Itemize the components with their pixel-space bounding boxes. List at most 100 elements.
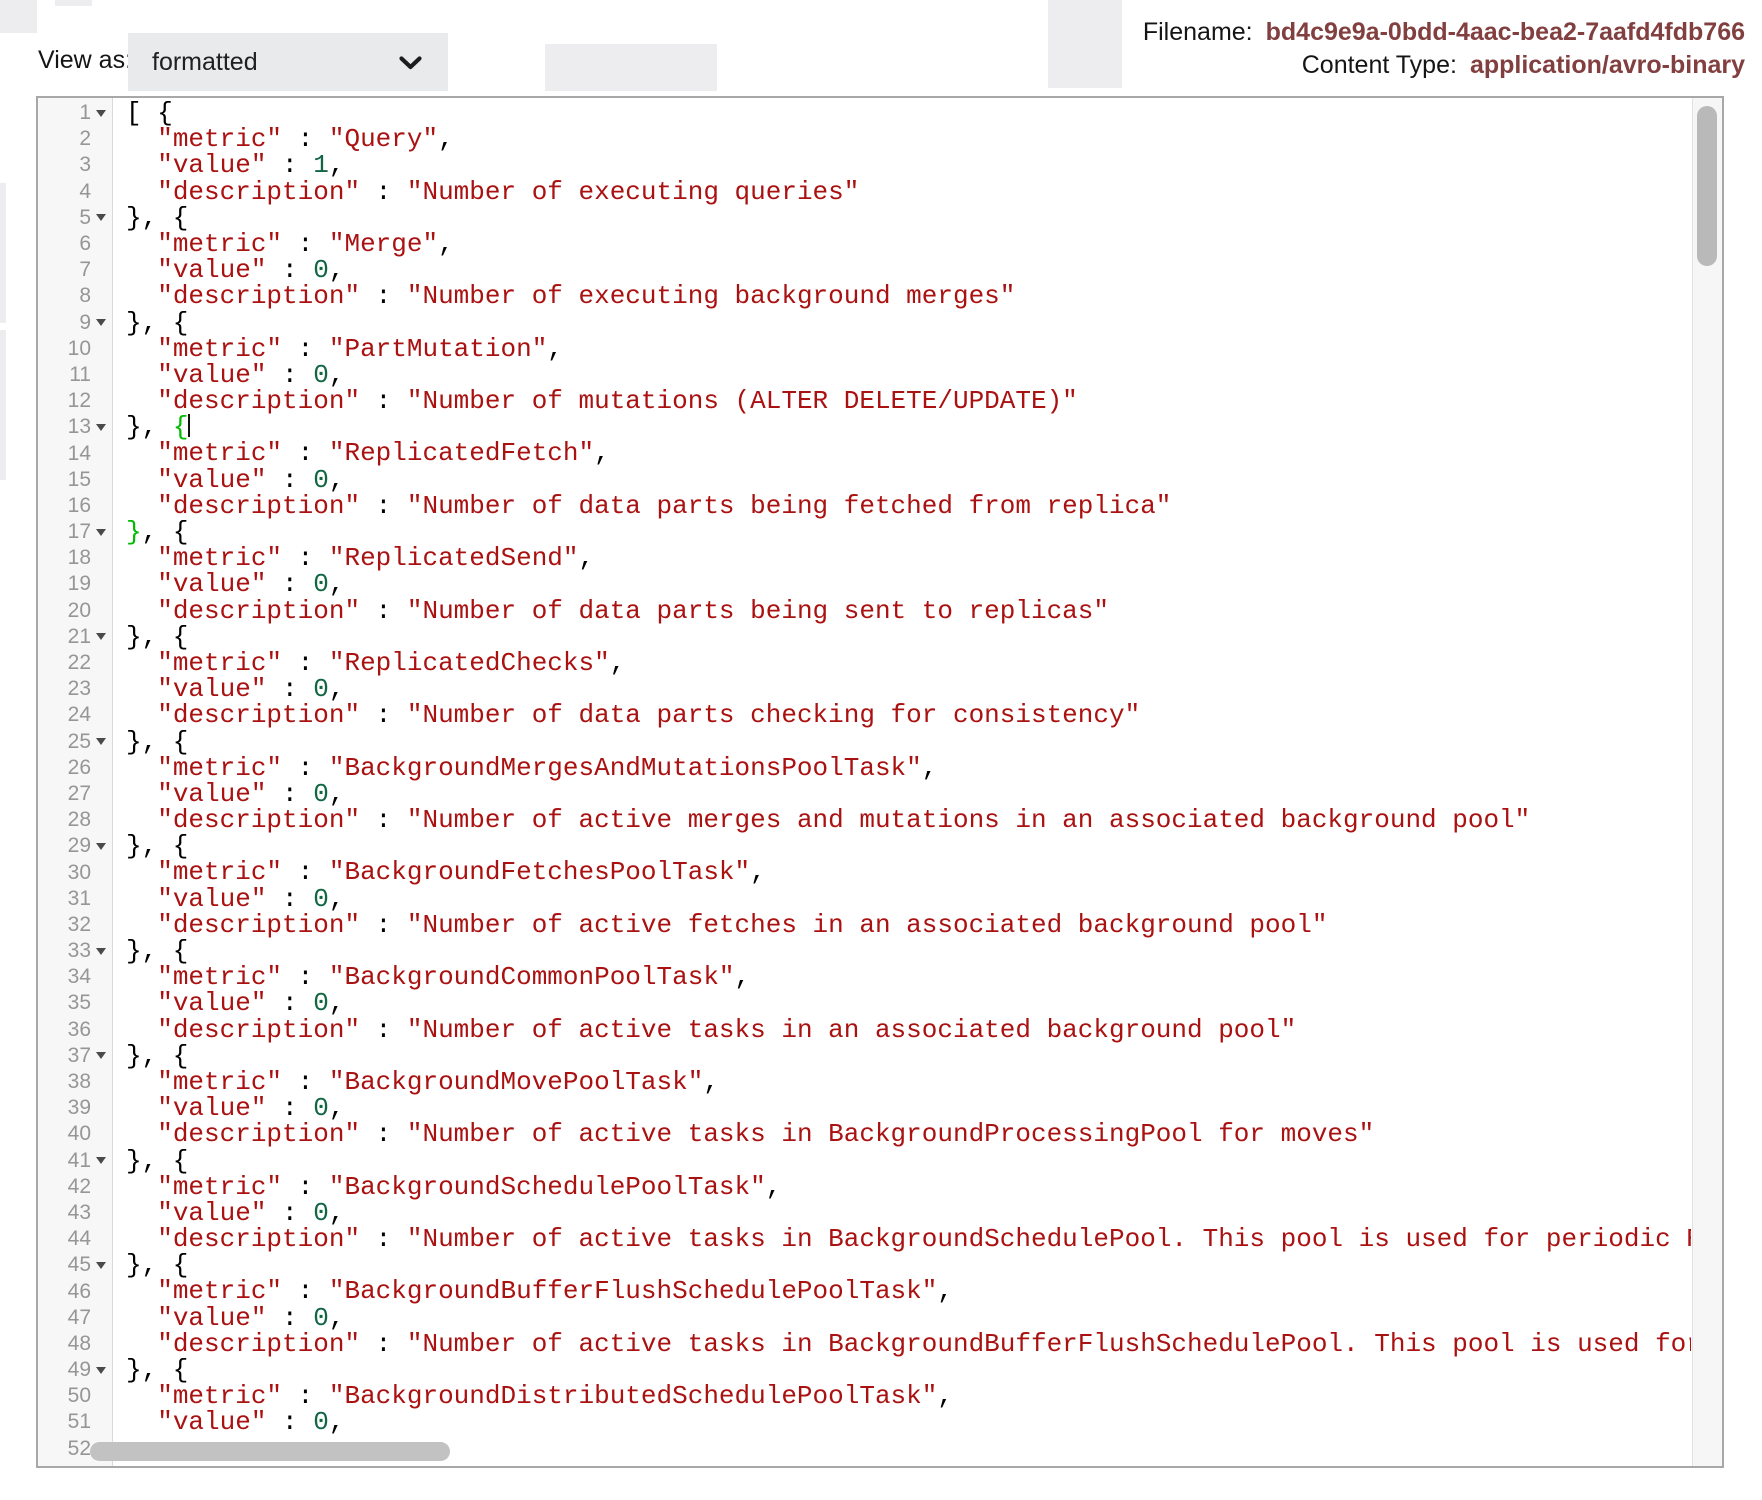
json-string-token: "Number of active fetches in an associat… bbox=[407, 910, 1328, 940]
gutter-row: 30 bbox=[38, 859, 112, 885]
code-line[interactable]: "metric" : "Query", bbox=[126, 126, 1691, 152]
code-line[interactable]: "description" : "Number of data parts be… bbox=[126, 493, 1691, 519]
punctuation-token: , bbox=[547, 334, 563, 364]
gutter-row: 22 bbox=[38, 650, 112, 676]
code-line[interactable]: "metric" : "BackgroundMergesAndMutations… bbox=[126, 755, 1691, 781]
code-line[interactable]: }, { bbox=[126, 833, 1691, 859]
fold-arrow-icon[interactable] bbox=[91, 833, 111, 859]
code-line[interactable]: [ { bbox=[126, 100, 1691, 126]
code-line[interactable]: "description" : "Number of executing que… bbox=[126, 179, 1691, 205]
code-line[interactable]: "description" : "Number of active tasks … bbox=[126, 1331, 1691, 1357]
code-line[interactable]: "value" : 0, bbox=[126, 257, 1691, 283]
fold-arrow-icon[interactable] bbox=[91, 1252, 111, 1278]
code-line[interactable]: "value" : 0, bbox=[126, 1095, 1691, 1121]
code-line[interactable]: }, { bbox=[126, 205, 1691, 231]
horizontal-scrollbar-thumb[interactable] bbox=[90, 1442, 450, 1461]
fold-arrow-icon[interactable] bbox=[91, 729, 111, 755]
code-line[interactable]: "description" : "Number of mutations (AL… bbox=[126, 388, 1691, 414]
json-number-token: 0 bbox=[313, 1407, 329, 1437]
code-line[interactable]: }, { bbox=[126, 310, 1691, 336]
json-string-token: "Number of executing queries" bbox=[407, 177, 859, 207]
code-line[interactable]: }, { bbox=[126, 624, 1691, 650]
fold-arrow-icon[interactable] bbox=[91, 205, 111, 231]
code-line[interactable]: "value" : 0, bbox=[126, 676, 1691, 702]
gutter-row: 40 bbox=[38, 1121, 112, 1147]
gutter-row: 37 bbox=[38, 1043, 112, 1069]
code-line[interactable]: "value" : 0, bbox=[126, 886, 1691, 912]
punctuation-token: , bbox=[766, 1172, 782, 1202]
code-line[interactable]: "value" : 0, bbox=[126, 362, 1691, 388]
json-string-token: "BackgroundBufferFlushSchedulePoolTask" bbox=[329, 1276, 938, 1306]
code-line[interactable]: "metric" : "ReplicatedChecks", bbox=[126, 650, 1691, 676]
line-number: 9 bbox=[45, 311, 91, 335]
code-line[interactable]: }, { bbox=[126, 938, 1691, 964]
code-area[interactable]: [ { "metric" : "Query", "value" : 1, "de… bbox=[126, 100, 1691, 1466]
fold-arrow-icon[interactable] bbox=[91, 938, 111, 964]
vertical-scrollbar-thumb[interactable] bbox=[1697, 106, 1717, 266]
gutter-row: 21 bbox=[38, 624, 112, 650]
vertical-scrollbar[interactable] bbox=[1692, 98, 1722, 1466]
punctuation-token: , bbox=[735, 962, 751, 992]
code-line[interactable]: "description" : "Number of data parts ch… bbox=[126, 702, 1691, 728]
fold-arrow-icon[interactable] bbox=[91, 414, 111, 440]
line-number: 48 bbox=[45, 1332, 91, 1356]
code-line[interactable]: "description" : "Number of active tasks … bbox=[126, 1017, 1691, 1043]
skeleton-block bbox=[0, 330, 6, 480]
code-line[interactable]: "description" : "Number of active tasks … bbox=[126, 1121, 1691, 1147]
code-line[interactable]: "metric" : "PartMutation", bbox=[126, 336, 1691, 362]
code-line[interactable]: "metric" : "ReplicatedFetch", bbox=[126, 440, 1691, 466]
gutter-row: 34 bbox=[38, 964, 112, 990]
line-number: 41 bbox=[45, 1149, 91, 1173]
code-line[interactable]: "metric" : "BackgroundFetchesPoolTask", bbox=[126, 859, 1691, 885]
fold-arrow-icon[interactable] bbox=[91, 1043, 111, 1069]
code-line[interactable]: "metric" : "ReplicatedSend", bbox=[126, 545, 1691, 571]
code-line[interactable]: "value" : 0, bbox=[126, 1409, 1691, 1435]
code-line[interactable]: }, { bbox=[126, 1043, 1691, 1069]
fold-arrow-icon[interactable] bbox=[91, 1357, 111, 1383]
gutter-row: 16 bbox=[38, 493, 112, 519]
code-line[interactable]: "value" : 0, bbox=[126, 571, 1691, 597]
code-line[interactable]: "value" : 1, bbox=[126, 152, 1691, 178]
code-line[interactable]: "metric" : "BackgroundBufferFlushSchedul… bbox=[126, 1278, 1691, 1304]
code-line[interactable]: "value" : 0, bbox=[126, 467, 1691, 493]
fold-arrow-icon[interactable] bbox=[91, 1148, 111, 1174]
code-line[interactable]: "metric" : "Merge", bbox=[126, 231, 1691, 257]
code-line[interactable]: "value" : 0, bbox=[126, 1305, 1691, 1331]
json-string-token: "Number of active tasks in BackgroundPro… bbox=[407, 1119, 1374, 1149]
code-line[interactable]: "metric" : "BackgroundMovePoolTask", bbox=[126, 1069, 1691, 1095]
line-number: 15 bbox=[45, 468, 91, 492]
code-line[interactable]: }, { bbox=[126, 519, 1691, 545]
fold-arrow-icon[interactable] bbox=[91, 624, 111, 650]
gutter-row: 36 bbox=[38, 1017, 112, 1043]
code-line[interactable]: "description" : "Number of active merges… bbox=[126, 807, 1691, 833]
line-number: 50 bbox=[45, 1384, 91, 1408]
code-line[interactable]: "value" : 0, bbox=[126, 1200, 1691, 1226]
fold-arrow-icon[interactable] bbox=[91, 310, 111, 336]
code-line[interactable]: "value" : 0, bbox=[126, 781, 1691, 807]
view-as-select[interactable]: formatted bbox=[128, 33, 448, 91]
content-type-label: Content Type: bbox=[1302, 51, 1457, 79]
skeleton-block bbox=[0, 0, 37, 33]
code-line[interactable]: "description" : "Number of data parts be… bbox=[126, 598, 1691, 624]
code-line[interactable]: "metric" : "BackgroundSchedulePoolTask", bbox=[126, 1174, 1691, 1200]
code-line[interactable]: "metric" : "BackgroundCommonPoolTask", bbox=[126, 964, 1691, 990]
code-line[interactable]: }, { bbox=[126, 1148, 1691, 1174]
code-editor[interactable]: 1234567891011121314151617181920212223242… bbox=[36, 96, 1724, 1468]
code-line[interactable]: "description" : "Number of active tasks … bbox=[126, 1226, 1691, 1252]
code-line[interactable]: "value" : 0, bbox=[126, 990, 1691, 1016]
line-number: 43 bbox=[45, 1201, 91, 1225]
code-line[interactable]: "metric" : "BackgroundDistributedSchedul… bbox=[126, 1383, 1691, 1409]
code-line[interactable]: "description" : "Number of executing bac… bbox=[126, 283, 1691, 309]
punctuation-token: , bbox=[610, 648, 626, 678]
code-line[interactable]: "description" : "Number of active fetche… bbox=[126, 912, 1691, 938]
code-line[interactable]: }, { bbox=[126, 1252, 1691, 1278]
code-line[interactable]: }, { bbox=[126, 414, 1691, 440]
code-line[interactable]: }, { bbox=[126, 1357, 1691, 1383]
fold-arrow-icon[interactable] bbox=[91, 519, 111, 545]
punctuation-token: : bbox=[360, 910, 407, 940]
line-number: 32 bbox=[45, 913, 91, 937]
line-number: 23 bbox=[45, 677, 91, 701]
line-number: 21 bbox=[45, 625, 91, 649]
fold-arrow-icon[interactable] bbox=[91, 100, 111, 126]
code-line[interactable]: }, { bbox=[126, 729, 1691, 755]
